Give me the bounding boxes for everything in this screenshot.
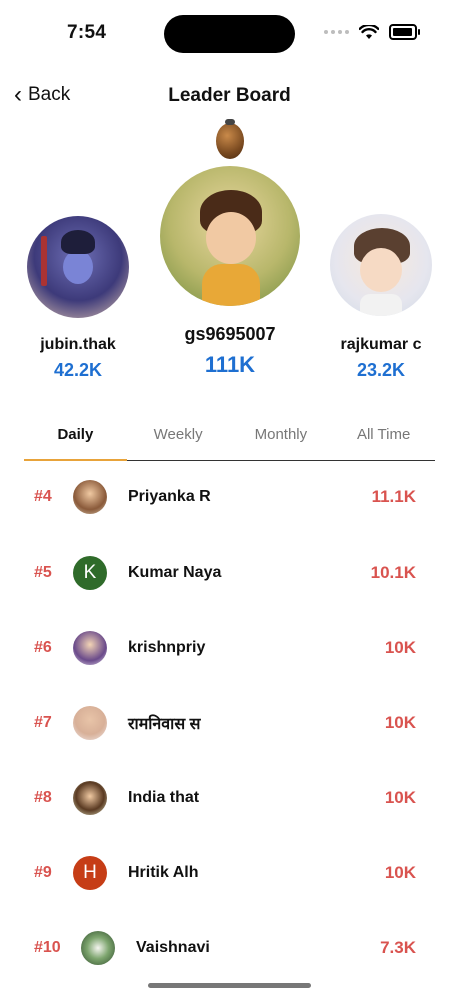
letter-avatar: K [73,556,107,590]
page-title: Leader Board [168,85,291,106]
battery-icon [389,24,420,40]
rank-label: #9 [34,864,52,881]
home-indicator[interactable] [148,983,311,988]
first-place-avatar[interactable] [160,166,300,306]
status-time: 7:54 [67,22,107,43]
user-score: 10K [384,788,416,807]
third-place-name: rajkumar c [340,336,422,353]
tab-all-time[interactable]: All Time [332,422,435,460]
leader-row[interactable]: #8 India that 10K [0,778,459,818]
photo-man-icon [73,706,107,740]
second-place-name: jubin.thak [40,336,116,353]
user-score: 10K [384,638,416,657]
user-score: 10K [384,713,416,732]
leader-row[interactable]: #7 रामनिवास स 10K [0,703,459,743]
user-name: Kumar Naya [128,564,222,581]
third-place-avatar[interactable] [330,214,432,316]
status-icons [324,24,420,40]
rudraksha-crown-icon [216,119,244,159]
leader-row[interactable]: #10 Vaishnavi 7.3K [0,928,459,968]
leader-row[interactable]: #5 K Kumar Naya 10.1K [0,553,459,593]
user-name: Vaishnavi [136,939,210,956]
user-score: 10.1K [370,563,416,582]
user-score: 7.3K [380,938,416,957]
period-tabs: Daily Weekly Monthly All Time [24,422,435,461]
user-name: Hritik Alh [128,864,199,881]
letter-avatar: H [73,856,107,890]
wifi-icon [359,24,379,39]
signal-icon [324,30,349,34]
tab-weekly[interactable]: Weekly [127,422,230,460]
user-score: 11.1K [371,487,416,506]
rank-label: #10 [34,939,61,956]
rank-label: #8 [34,789,52,806]
leader-row[interactable]: #9 H Hritik Alh 10K [0,853,459,893]
photo-lotus-icon [81,931,115,965]
dynamic-island [164,15,295,53]
third-place-score: 23.2K [356,360,406,380]
first-place-name: gs9695007 [184,324,276,344]
second-place-avatar[interactable] [27,216,129,318]
photo-boy-icon [73,781,107,815]
photo-girl-icon [73,480,107,514]
user-name: Priyanka R [128,488,211,505]
user-name: रामनिवास स [128,716,201,733]
leader-row[interactable]: #6 krishnpriy 10K [0,628,459,668]
second-place-score: 42.2K [53,360,103,380]
tab-monthly[interactable]: Monthly [230,422,333,460]
rank-label: #7 [34,714,52,731]
rank-label: #5 [34,564,52,581]
rank-label: #6 [34,639,52,656]
leader-row[interactable]: #4 Priyanka R 11.1K [0,477,459,517]
tab-daily[interactable]: Daily [24,422,127,461]
rank-label: #4 [34,488,52,505]
user-score: 10K [384,863,416,882]
user-name: India that [128,789,200,806]
user-name: krishnpriy [128,639,206,656]
first-place-score: 111K [204,352,256,377]
leaderboard-screen: 7:54 ‹ Back Leader Board jubin.thak 42.2… [0,0,459,998]
photo-krishna-icon [73,631,107,665]
